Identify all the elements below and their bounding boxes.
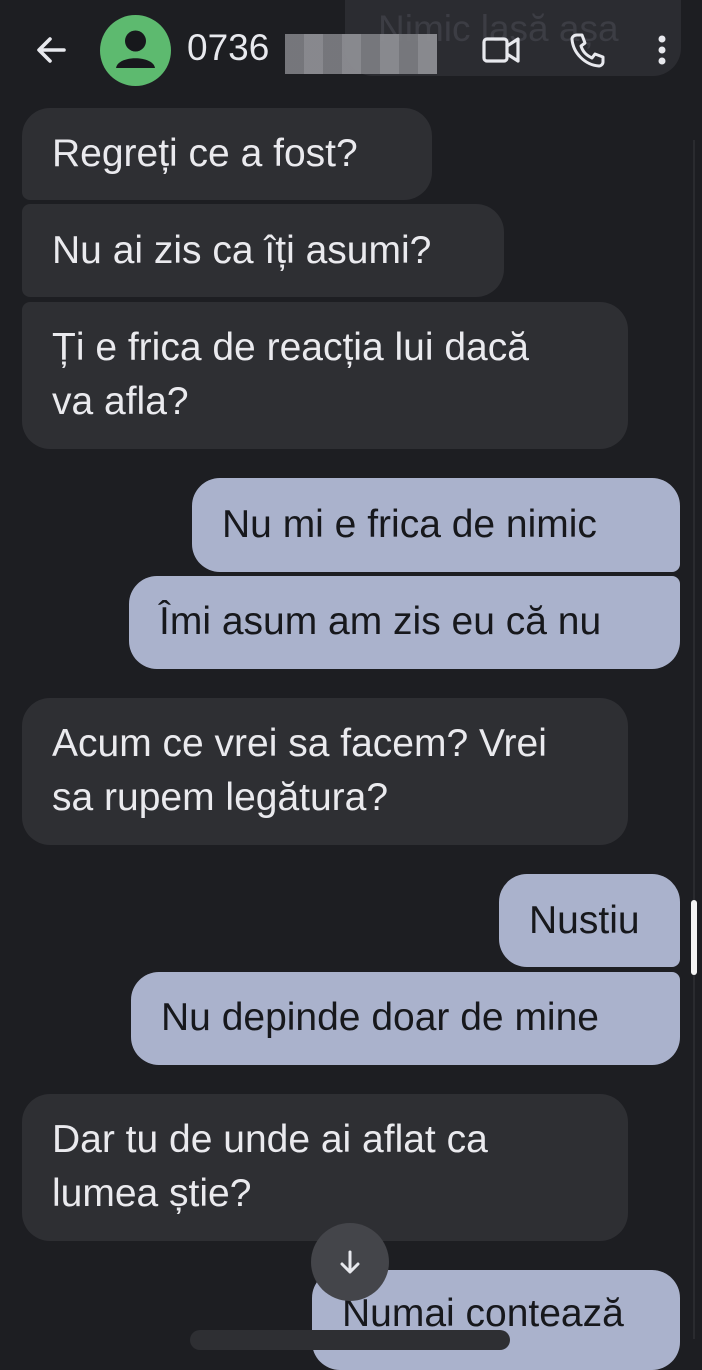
more-options-button[interactable] <box>642 27 682 73</box>
message-text-line: lumea știe? <box>52 1172 252 1215</box>
message-text-line: Dar tu de unde ai aflat ca <box>52 1118 488 1161</box>
redacted-phone-number <box>285 34 437 74</box>
incoming-message[interactable]: Nu ai zis ca îți asumi? <box>22 204 504 297</box>
outgoing-message[interactable]: Nu depinde doar de mine <box>131 972 680 1065</box>
phone-call-button[interactable] <box>565 27 611 73</box>
contact-avatar[interactable] <box>100 15 171 86</box>
message-text: Nustiu <box>529 899 640 942</box>
conversation-header: Nimic lasă așa 0736 <box>0 0 702 100</box>
incoming-message[interactable]: Dar tu de unde ai aflat ca lumea știe? <box>22 1094 628 1241</box>
message-text: Îmi asum am zis eu că nu <box>159 600 602 643</box>
message-text: Nu ai zis ca îți asumi? <box>52 229 432 272</box>
video-call-icon <box>482 37 520 63</box>
arrow-left-icon <box>37 37 66 63</box>
outgoing-message[interactable]: Nu mi e frica de nimic <box>192 478 680 572</box>
message-text-line: Acum ce vrei sa facem? Vrei <box>52 722 547 765</box>
scrollbar-thumb[interactable] <box>691 900 697 975</box>
outgoing-message[interactable]: Îmi asum am zis eu că nu <box>129 576 680 669</box>
message-text: Nu mi e frica de nimic <box>222 503 597 546</box>
message-text: Regreți ce a fost? <box>52 132 358 175</box>
scroll-track <box>693 140 695 1339</box>
person-icon <box>116 30 155 68</box>
incoming-message[interactable]: Ți e frica de reacția lui dacă va afla? <box>22 302 628 449</box>
back-button[interactable] <box>30 28 74 72</box>
more-vert-icon <box>658 35 666 65</box>
contact-name[interactable]: 0736 <box>187 27 269 69</box>
next-message-partial <box>190 1330 510 1350</box>
arrow-down-icon <box>340 1250 360 1274</box>
message-text: Nu depinde doar de mine <box>161 996 599 1039</box>
outgoing-message[interactable]: Nustiu <box>499 874 680 967</box>
message-text-line: va afla? <box>52 380 189 423</box>
incoming-message[interactable]: Regreți ce a fost? <box>22 108 432 200</box>
scroll-to-bottom-button[interactable] <box>311 1223 389 1301</box>
incoming-message[interactable]: Acum ce vrei sa facem? Vrei sa rupem leg… <box>22 698 628 845</box>
phone-icon <box>570 33 605 68</box>
video-call-button[interactable] <box>478 27 524 73</box>
message-text-line: Ți e frica de reacția lui dacă <box>52 326 529 369</box>
message-text-line: sa rupem legătura? <box>52 776 389 819</box>
